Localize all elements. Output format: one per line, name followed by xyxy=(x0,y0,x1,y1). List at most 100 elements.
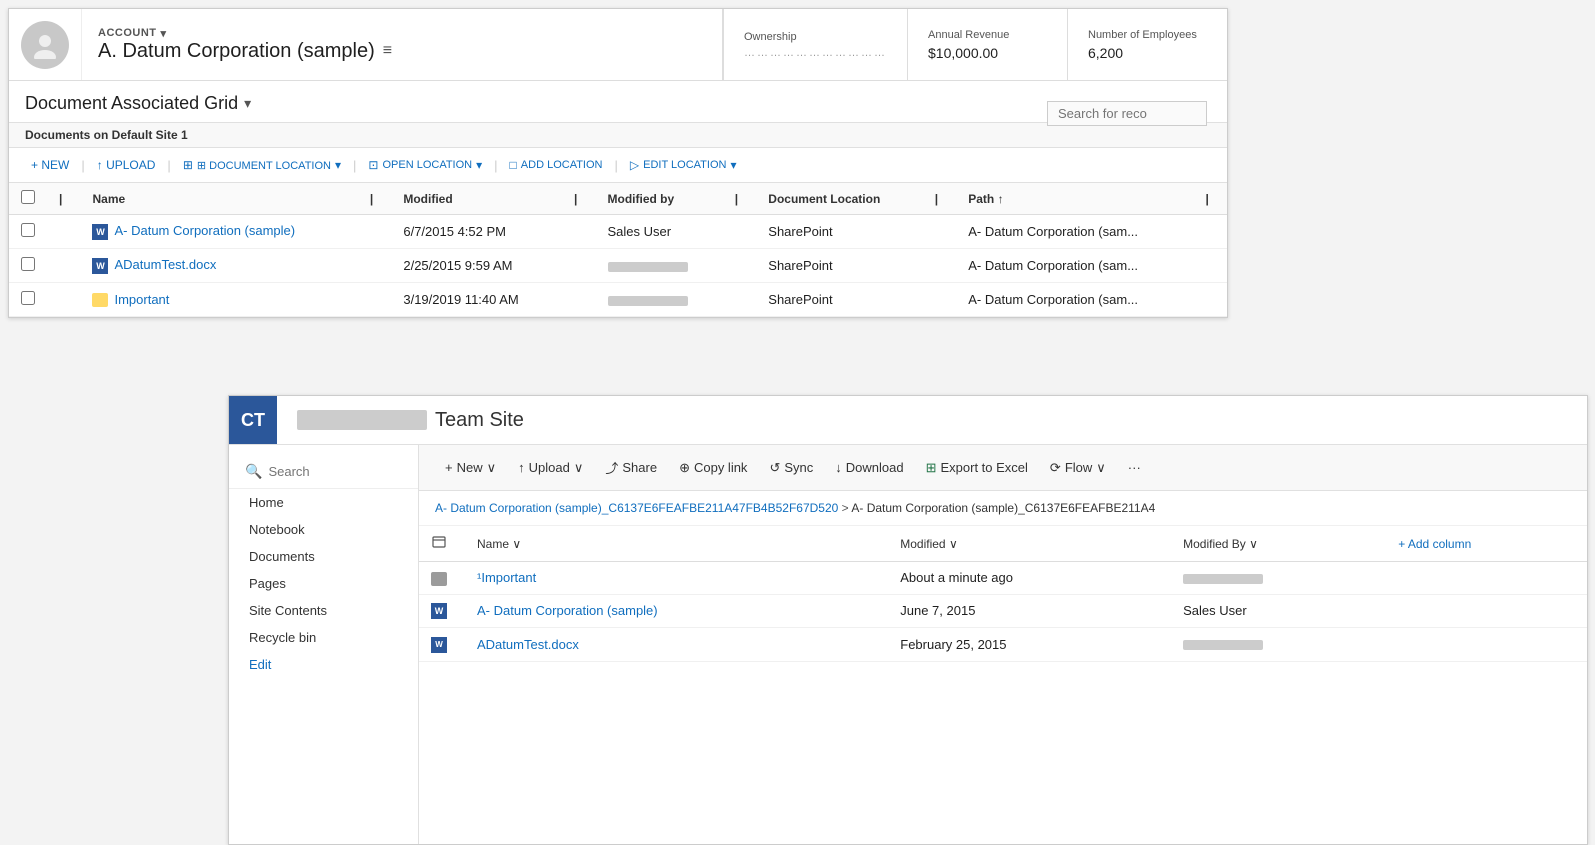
col-name-header[interactable]: Name xyxy=(80,183,357,215)
sp-file-name-link[interactable]: ¹Important xyxy=(477,570,536,585)
sp-copy-link-button[interactable]: ⊕ Copy link xyxy=(669,455,757,481)
sp-search: 🔍 xyxy=(229,455,418,489)
sp-table-row: ¹ImportantAbout a minute ago xyxy=(419,562,1587,595)
sp-site-name: Team Site xyxy=(277,409,544,432)
modified-by-cell xyxy=(596,249,723,283)
hamburger-icon[interactable]: ≡ xyxy=(383,42,392,60)
account-info: ACCOUNT ▾ A. Datum Corporation (sample) … xyxy=(82,9,722,80)
ownership-field: Ownership …………………………… xyxy=(723,9,907,80)
account-type-text: ACCOUNT xyxy=(98,27,157,39)
search-icon: 🔍 xyxy=(245,463,262,480)
word-icon: W xyxy=(92,258,108,274)
upload-button[interactable]: ↑ UPLOAD xyxy=(87,154,166,176)
document-location-button[interactable]: ⊞ ⊞ DOCUMENT LOCATION ▾ xyxy=(173,154,351,176)
breadcrumb-separator: > xyxy=(842,501,852,515)
word-icon: W xyxy=(92,224,108,240)
sp-col-add-header[interactable]: + Add column xyxy=(1386,526,1587,562)
ownership-value: …………………………… xyxy=(744,47,887,59)
sp-nav-item-pages[interactable]: Pages xyxy=(229,570,418,597)
row-checkbox[interactable] xyxy=(21,257,35,271)
sp-nav-item-documents[interactable]: Documents xyxy=(229,543,418,570)
modified-by-cell: Sales User xyxy=(596,215,723,249)
file-name-link[interactable]: Important xyxy=(114,292,169,307)
dag-table: | Name | Modified | Modified by | Docume… xyxy=(9,183,1227,317)
sp-table: Name ∨ Modified ∨ Modified By ∨ + Add co… xyxy=(419,526,1587,662)
sp-nav-item-recycle-bin[interactable]: Recycle bin xyxy=(229,624,418,651)
sp-add-col-cell xyxy=(1386,562,1587,595)
sp-file-name-link[interactable]: ADatumTest.docx xyxy=(477,637,579,652)
sp-nav-item-edit[interactable]: Edit xyxy=(229,651,418,678)
col-sep6: | xyxy=(1193,183,1227,215)
chevron-down-icon2: ▾ xyxy=(476,158,482,172)
col-path-header[interactable]: Path ↑ xyxy=(956,183,1193,215)
sp-table-row: WADatumTest.docxFebruary 25, 2015 xyxy=(419,628,1587,662)
sp-file-name-cell: ADatumTest.docx xyxy=(465,628,888,662)
sp-search-input[interactable] xyxy=(268,464,402,479)
sp-col-modified-header[interactable]: Modified ∨ xyxy=(888,526,1171,562)
dag-dropdown-icon[interactable]: ▾ xyxy=(244,95,251,112)
dropdown-icon[interactable]: ▾ xyxy=(161,27,167,40)
col-sep5: | xyxy=(923,183,956,215)
col-modified-by-header[interactable]: Modified by xyxy=(596,183,723,215)
sp-nav-item-site-contents[interactable]: Site Contents xyxy=(229,597,418,624)
dag-search-input[interactable] xyxy=(1047,101,1207,126)
file-name-link[interactable]: ADatumTest.docx xyxy=(114,257,216,272)
annual-revenue-field: Annual Revenue $10,000.00 xyxy=(907,9,1067,80)
sp-file-name-link[interactable]: A- Datum Corporation (sample) xyxy=(477,603,658,618)
add-location-button[interactable]: □ ADD LOCATION xyxy=(500,154,613,176)
employees-field: Number of Employees 6,200 xyxy=(1067,9,1227,80)
sp-download-button[interactable]: ↓ Download xyxy=(825,455,913,480)
open-location-button[interactable]: ⊡ OPEN LOCATION ▾ xyxy=(358,154,492,176)
table-row: WADatumTest.docx2/25/2015 9:59 AM ShareP… xyxy=(9,249,1227,283)
dag-title-text: Document Associated Grid xyxy=(25,93,238,114)
sp-sync-button[interactable]: ↺ Sync xyxy=(759,455,823,481)
sp-logo-text: CT xyxy=(241,410,265,431)
row-checkbox[interactable] xyxy=(21,291,35,305)
file-name-link[interactable]: A- Datum Corporation (sample) xyxy=(114,223,295,238)
site-bar-text: Documents on Default Site 1 xyxy=(25,128,188,142)
sp-header: CT Team Site xyxy=(229,396,1587,445)
sp-more-button[interactable]: ··· xyxy=(1118,455,1151,480)
sp-nav-item-notebook[interactable]: Notebook xyxy=(229,516,418,543)
modified-by-cell xyxy=(596,283,723,317)
account-name-text: A. Datum Corporation (sample) xyxy=(98,40,375,63)
col-sep4: | xyxy=(723,183,756,215)
select-all-checkbox[interactable] xyxy=(21,190,35,204)
col-checkbox-header xyxy=(9,183,47,215)
ownership-label: Ownership xyxy=(744,31,887,43)
new-button[interactable]: + NEW xyxy=(21,154,79,176)
breadcrumb-part1[interactable]: A- Datum Corporation (sample)_C6137E6FEA… xyxy=(435,501,838,515)
employees-label: Number of Employees xyxy=(1088,29,1207,41)
docs-site-bar: Documents on Default Site 1 xyxy=(9,122,1227,148)
sp-export-button[interactable]: ⊞ Export to Excel xyxy=(916,455,1038,481)
sp-new-button[interactable]: + New ∨ xyxy=(435,455,506,481)
annual-revenue-value: $10,000.00 xyxy=(928,45,1047,61)
sp-modified-by-cell: Sales User xyxy=(1171,594,1386,628)
sp-file-icon-cell: W xyxy=(419,628,465,662)
sp-flow-button[interactable]: ⟳ Flow ∨ xyxy=(1040,455,1116,481)
chevron-upload-icon: ∨ xyxy=(574,460,584,476)
account-label: ACCOUNT ▾ xyxy=(98,27,706,40)
row-checkbox[interactable] xyxy=(21,223,35,237)
doc-location-cell: SharePoint xyxy=(756,249,922,283)
sp-modified-cell: June 7, 2015 xyxy=(888,594,1171,628)
sp-nav: HomeNotebookDocumentsPagesSite ContentsR… xyxy=(229,489,418,678)
dag-title: Document Associated Grid ▾ xyxy=(25,93,1211,114)
sp-col-name-header[interactable]: Name ∨ xyxy=(465,526,888,562)
sp-share-button[interactable]: ⤴ Share xyxy=(595,453,667,482)
dag-section: Document Associated Grid ▾ xyxy=(9,81,1227,114)
sp-nav-item-home[interactable]: Home xyxy=(229,489,418,516)
col-doc-location-header[interactable]: Document Location xyxy=(756,183,922,215)
doc-location-cell: SharePoint xyxy=(756,215,922,249)
col-modified-header[interactable]: Modified xyxy=(391,183,562,215)
sp-site-name-blurred xyxy=(297,410,427,430)
sp-upload-button[interactable]: ↑ Upload ∨ xyxy=(508,455,593,481)
sp-file-icon-cell xyxy=(419,562,465,595)
sp-col-modified-by-header[interactable]: Modified By ∨ xyxy=(1171,526,1386,562)
doc-location-cell: SharePoint xyxy=(756,283,922,317)
table-row: Important3/19/2019 11:40 AM SharePointA-… xyxy=(9,283,1227,317)
employees-value: 6,200 xyxy=(1088,45,1207,61)
edit-location-button[interactable]: ▷ EDIT LOCATION ▾ xyxy=(620,154,747,176)
sp-breadcrumb: A- Datum Corporation (sample)_C6137E6FEA… xyxy=(419,491,1587,526)
chevron-flow-icon: ∨ xyxy=(1096,460,1106,476)
